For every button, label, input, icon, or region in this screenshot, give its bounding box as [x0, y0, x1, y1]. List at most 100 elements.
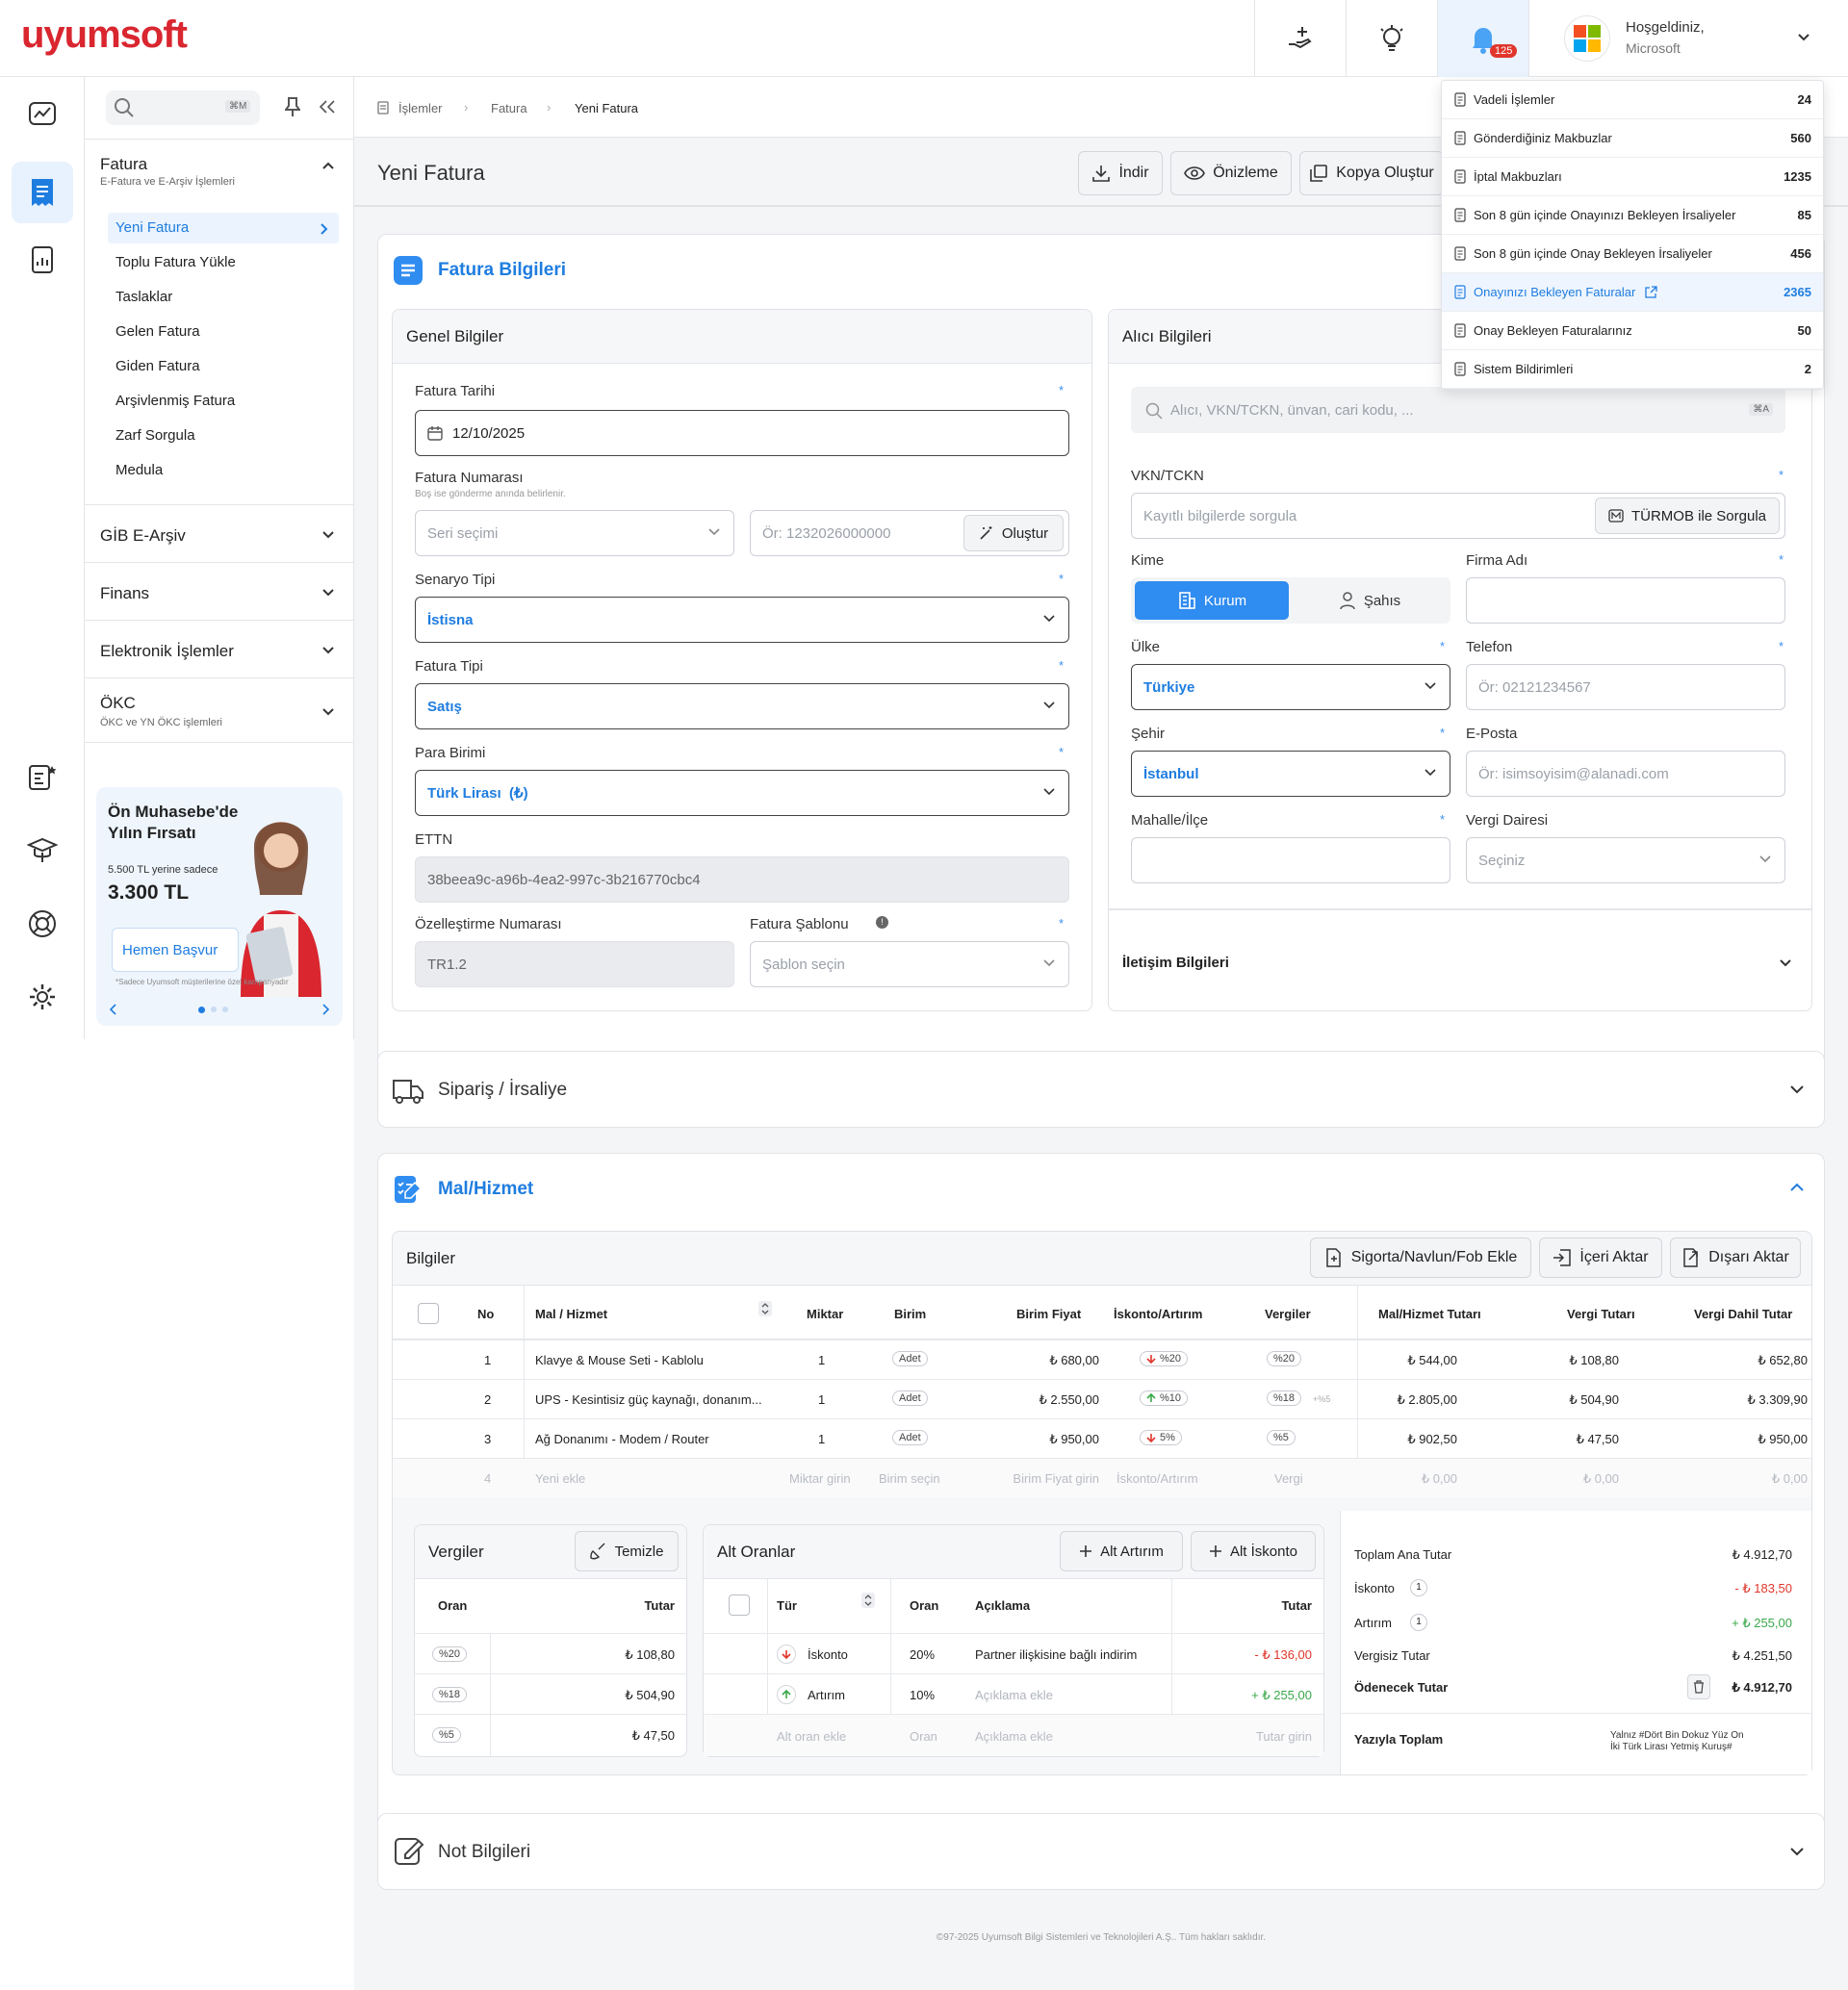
delete-button[interactable]: [1687, 1674, 1710, 1699]
menu-section-elektronik[interactable]: Elektronik İşlemler: [85, 620, 354, 677]
alici-search-input[interactable]: Alıcı, VKN/TCKN, ünvan, cari kodu, ... ⌘…: [1131, 387, 1785, 433]
vergi-dairesi-label: Vergi Dairesi: [1466, 812, 1549, 829]
iletisim-bilgileri-toggle[interactable]: İletişim Bilgileri: [1109, 908, 1811, 1010]
promo-next-icon[interactable]: [321, 1003, 331, 1016]
table-row[interactable]: 1 Klavye & Mouse Seti - Kablolu 1 Adet ₺ 680…: [393, 1339, 1811, 1379]
menu-item-arsivlenmis[interactable]: Arşivlenmiş Fatura: [116, 393, 235, 409]
notification-item[interactable]: İptal Makbuzları 1235: [1442, 158, 1823, 196]
menu-item-zarf-sorgula[interactable]: Zarf Sorgula: [116, 427, 195, 444]
info-icon[interactable]: !: [876, 916, 888, 929]
ideas-button[interactable]: [1346, 0, 1437, 77]
firma-adi-input[interactable]: [1466, 577, 1785, 624]
alt-new-tutar[interactable]: Tutar girin: [1256, 1729, 1312, 1744]
notification-item[interactable]: Gönderdiğiniz Makbuzlar 560: [1442, 119, 1823, 158]
copy-create-button[interactable]: Kopya Oluştur: [1299, 151, 1444, 195]
rail-support[interactable]: [21, 903, 64, 945]
disari-aktar-button[interactable]: Dışarı Aktar: [1670, 1237, 1801, 1278]
sahis-option[interactable]: Şahıs: [1293, 581, 1447, 620]
olustur-button[interactable]: Oluştur: [963, 515, 1064, 551]
alt-new-tur[interactable]: Alt oran ekle: [777, 1729, 846, 1744]
sort-icon[interactable]: [861, 1593, 875, 1608]
new-item-row[interactable]: 4 Yeni ekle Miktar girin Birim seçin Birim F…: [393, 1458, 1811, 1497]
menu-item-toplu-fatura[interactable]: Toplu Fatura Yükle: [116, 254, 236, 270]
promo-prev-icon[interactable]: [108, 1003, 117, 1016]
select-all-checkbox[interactable]: [418, 1303, 439, 1324]
new-row-disc[interactable]: İskonto/Artırım: [1116, 1471, 1198, 1486]
temizle-button[interactable]: Temizle: [575, 1531, 679, 1571]
external-link-icon[interactable]: [1645, 286, 1663, 298]
notification-item[interactable]: Vadeli İşlemler 24: [1442, 81, 1823, 119]
preview-button[interactable]: Önizleme: [1170, 151, 1292, 195]
alt-new-aciklama[interactable]: Açıklama ekle: [975, 1729, 1053, 1744]
vergi-dairesi-select[interactable]: Seçiniz: [1466, 837, 1785, 883]
table-row[interactable]: 2 UPS - Kesintisiz güç kaynağı, donanım..…: [393, 1379, 1811, 1418]
telefon-input[interactable]: Ör: 02121234567: [1466, 664, 1785, 710]
menu-section-okc[interactable]: ÖKC ÖKC ve YN ÖKC işlemleri: [85, 677, 354, 743]
mahalle-input[interactable]: [1131, 837, 1450, 883]
alt-select-all-checkbox[interactable]: [729, 1595, 750, 1616]
notification-item[interactable]: Onay Bekleyen Faturalarınız 50: [1442, 312, 1823, 350]
rail-education[interactable]: [21, 829, 64, 872]
new-invoice-quick-button[interactable]: [1254, 0, 1346, 77]
alt-oran-new-row[interactable]: Alt oran ekle Oran Açıklama ekle Tutar giri…: [704, 1714, 1323, 1756]
promo-apply-button[interactable]: Hemen Başvur: [112, 928, 239, 972]
fatura-sablonu-select[interactable]: Şablon seçin: [750, 941, 1069, 987]
uyumsoft-logo[interactable]: uyumsoft: [21, 13, 188, 57]
rail-settings[interactable]: [21, 976, 64, 1018]
new-row-qty[interactable]: Miktar girin: [789, 1471, 851, 1486]
para-birimi-select[interactable]: Türk Lirası (₺): [415, 770, 1069, 816]
breadcrumb-fatura[interactable]: Fatura: [491, 101, 527, 115]
sort-icon[interactable]: [758, 1301, 772, 1316]
menu-section-finans[interactable]: Finans: [85, 562, 354, 620]
chevron-up-icon[interactable]: [1789, 1183, 1805, 1192]
new-row-tax[interactable]: Vergi: [1274, 1471, 1303, 1486]
iceri-aktar-button[interactable]: İçeri Aktar: [1539, 1237, 1662, 1278]
notification-item[interactable]: Son 8 gün içinde Onay Bekleyen İrsaliyel…: [1442, 235, 1823, 273]
fatura-tarihi-input[interactable]: 12/10/2025: [415, 410, 1069, 456]
new-row-unit[interactable]: Birim seçin: [879, 1471, 940, 1486]
menu-section-gib[interactable]: GİB E-Arşiv: [85, 504, 354, 562]
fatura-tipi-select[interactable]: Satış: [415, 683, 1069, 729]
turmob-button[interactable]: TÜRMOB ile Sorgula: [1595, 498, 1780, 534]
menu-fatura-title[interactable]: Fatura: [100, 155, 147, 174]
rail-reports[interactable]: [21, 239, 64, 281]
alt-new-oran[interactable]: Oran: [910, 1729, 937, 1744]
menu-item-gelen-fatura[interactable]: Gelen Fatura: [116, 323, 200, 340]
senaryo-select[interactable]: İstisna: [415, 597, 1069, 643]
menu-item-taslaklar[interactable]: Taslaklar: [116, 289, 172, 305]
rail-dashboard[interactable]: [21, 92, 64, 135]
sidebar-search[interactable]: ⌘M: [106, 90, 260, 125]
new-row-name[interactable]: Yeni ekle: [535, 1471, 585, 1486]
alt-iskonto-button[interactable]: Alt İskonto: [1191, 1531, 1316, 1571]
notification-item[interactable]: Onayınızı Bekleyen Faturalar 2365: [1442, 273, 1823, 312]
notification-item[interactable]: Sistem Bildirimleri 2: [1442, 350, 1823, 389]
seri-select[interactable]: Seri seçimi: [415, 510, 734, 556]
rail-invoice[interactable]: [12, 162, 73, 223]
sigorta-ekle-button[interactable]: Sigorta/Navlun/Fob Ekle: [1310, 1237, 1531, 1278]
not-bilgileri-card[interactable]: Not Bilgileri: [377, 1813, 1825, 1890]
alt-oran-row[interactable]: İskonto 20% Partner ilişkisine bağlı indir…: [704, 1633, 1323, 1673]
kurum-option[interactable]: Kurum: [1135, 581, 1289, 620]
eposta-input[interactable]: Ör: isimsoyisim@alanadi.com: [1466, 751, 1785, 797]
download-button[interactable]: İndir: [1078, 151, 1163, 195]
user-menu[interactable]: Hoşgeldiniz, Microsoft: [1528, 0, 1848, 77]
pin-icon[interactable]: [285, 96, 300, 117]
new-row-price[interactable]: Birim Fiyat girin: [1013, 1471, 1099, 1486]
menu-item-medula[interactable]: Medula: [116, 462, 163, 478]
ulke-select[interactable]: Türkiye: [1131, 664, 1450, 710]
table-row[interactable]: 3 Ağ Donanımı - Modem / Router 1 Adet ₺ 950,…: [393, 1418, 1811, 1458]
export-icon: [1683, 1248, 1698, 1267]
breadcrumb-islemler[interactable]: İşlemler: [398, 101, 443, 115]
alt-oran-row[interactable]: Artırım 10% Açıklama ekle + ₺ 255,00: [704, 1673, 1323, 1714]
alt-aciklama[interactable]: Açıklama ekle: [975, 1688, 1053, 1702]
alt-artirim-button[interactable]: Alt Artırım: [1060, 1531, 1183, 1571]
rail-favorites[interactable]: [21, 756, 64, 799]
alt-aciklama[interactable]: Partner ilişkisine bağlı indirim: [975, 1647, 1137, 1662]
sehir-select[interactable]: İstanbul: [1131, 751, 1450, 797]
menu-item-giden-fatura[interactable]: Giden Fatura: [116, 358, 200, 374]
notifications-button[interactable]: 125: [1437, 0, 1528, 77]
menu-item-yeni-fatura[interactable]: Yeni Fatura: [116, 219, 189, 236]
siparis-irsaliye-card[interactable]: Sipariş / İrsaliye: [377, 1051, 1825, 1128]
notification-item[interactable]: Son 8 gün içinde Onayınızı Bekleyen İrsa…: [1442, 196, 1823, 235]
collapse-sidebar-icon[interactable]: [320, 100, 335, 114]
